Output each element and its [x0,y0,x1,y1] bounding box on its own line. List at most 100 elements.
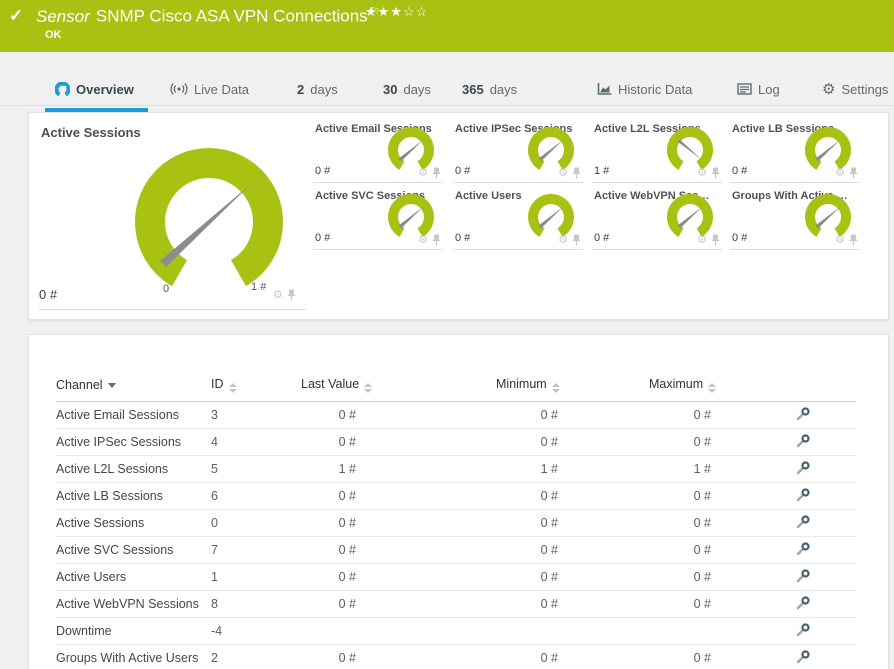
channel-id: 4 [211,428,301,456]
gauge-cell-active-svc-sessions[interactable]: Active SVC Sessions 0 # ⚙ [313,188,443,250]
table-row[interactable]: Active IPSec Sessions 4 0 # 0 # 0 # [56,428,856,456]
gauge-value: 0 # [455,165,471,177]
sensor-title-prefix: Sensor [36,6,90,26]
gauge-cell-active-users[interactable]: Active Users 0 # ⚙ [453,188,583,250]
pin-icon[interactable] [432,167,441,179]
wrench-icon[interactable] [796,649,810,664]
table-row[interactable]: Active Email Sessions 3 0 # 0 # 0 # [56,401,856,429]
sensor-header-bar: ✓ Sensor SNMP Cisco ASA VPN Connections ⚐ … [0,0,894,52]
gauge-settings-icon[interactable]: ⚙ [835,167,845,179]
channel-last-value: 1 # [338,462,356,476]
column-header-last-value[interactable]: Last Value [301,371,496,402]
gauge-actions: ⚙ [558,167,581,179]
channel-minimum: 0 # [540,597,558,611]
table-row[interactable]: Downtime -4 [56,617,856,645]
wrench-icon[interactable] [796,622,810,637]
pin-icon[interactable] [849,167,858,179]
tab-strip: Overview Live Data 2 days 30 days 365 da… [0,52,894,112]
tab-log[interactable]: Log [737,76,780,102]
pin-icon[interactable] [287,289,296,301]
wrench-icon[interactable] [796,514,810,529]
channel-id: 1 [211,563,301,591]
status-badge: OK [45,29,62,41]
channel-minimum: 0 # [540,543,558,557]
channel-last-value: 0 # [338,408,356,422]
wrench-icon[interactable] [796,406,810,421]
wrench-icon[interactable] [796,487,810,502]
gauge-cell-active-l2l-sessions[interactable]: Active L2L Sessions 1 # ⚙ [592,121,722,183]
channel-last-value: 0 # [338,435,356,449]
gauge-value: 0 # [455,232,471,244]
table-row[interactable]: Active WebVPN Sessions 8 0 # 0 # 0 # [56,590,856,618]
column-header-minimum[interactable]: Minimum [496,371,649,402]
table-row[interactable]: Active L2L Sessions 5 1 # 1 # 1 # [56,455,856,483]
wrench-icon[interactable] [796,595,810,610]
status-check-icon: ✓ [9,6,24,25]
chart-icon [597,82,612,95]
channel-last-value: 0 # [338,516,356,530]
channel-name: Active IPSec Sessions [56,428,211,456]
priority-stars[interactable]: ★★★☆☆ [365,4,428,20]
pin-icon[interactable] [849,234,858,246]
channel-maximum: 0 # [693,597,711,611]
log-icon [737,83,752,95]
wrench-icon[interactable] [796,460,810,475]
gauge-settings-icon[interactable]: ⚙ [697,167,707,179]
page-title: SNMP Cisco ASA VPN Connections [95,6,368,26]
gauge-cell-active-lb-sessions[interactable]: Active LB Sessions 0 # ⚙ [730,121,860,183]
gauge-cell-groups-with-active-users[interactable]: Groups With Active Users 0 # ⚙ [730,188,860,250]
gauge-cell-active-email-sessions[interactable]: Active Email Sessions 0 # ⚙ [313,121,443,183]
tab-live-data-label: Live Data [194,81,249,97]
table-row[interactable]: Groups With Active Users 2 0 # 0 # 0 # [56,644,856,669]
gauge-title: Active Users [455,190,522,202]
table-row[interactable]: Active Sessions 0 0 # 0 # 0 # [56,509,856,537]
gauge-icon [55,81,70,96]
channel-name: Active WebVPN Sessions [56,590,211,618]
tab-historic-data[interactable]: Historic Data [597,76,692,102]
table-row[interactable]: Active Users 1 0 # 0 # 0 # [56,563,856,591]
tab-30-days[interactable]: 30 days [383,76,431,102]
gauge-cell-active-ipsec-sessions[interactable]: Active IPSec Sessions 0 # ⚙ [453,121,583,183]
channel-id: 5 [211,455,301,483]
channel-maximum: 0 # [693,489,711,503]
gauge-settings-icon[interactable]: ⚙ [697,234,707,246]
gauge-settings-icon[interactable]: ⚙ [835,234,845,246]
column-header-id[interactable]: ID [211,371,301,402]
pin-icon[interactable] [572,234,581,246]
gauge-settings-icon[interactable]: ⚙ [273,289,283,301]
tab-overview[interactable]: Overview [45,76,148,112]
wrench-icon[interactable] [796,541,810,556]
column-header-maximum[interactable]: Maximum [649,371,796,402]
tab-365-days[interactable]: 365 days [462,76,517,102]
gauges-panel: Active Sessions 0 # 0 1 # ⚙ Active Email… [28,112,889,320]
gauge-settings-icon[interactable]: ⚙ [418,234,428,246]
column-header-actions [796,371,856,402]
pin-icon[interactable] [711,234,720,246]
tab-historic-data-label: Historic Data [618,81,693,97]
gauge-settings-icon[interactable]: ⚙ [418,167,428,179]
gauge-actions: ⚙ [835,167,858,179]
channel-name: Active L2L Sessions [56,455,211,483]
wrench-icon[interactable] [796,433,810,448]
channel-maximum: 1 # [693,462,711,476]
table-row[interactable]: Active LB Sessions 6 0 # 0 # 0 # [56,482,856,510]
channel-minimum: 1 # [540,462,558,476]
gauge-cell-active-webvpn-sessions[interactable]: Active WebVPN Sessions 0 # ⚙ [592,188,722,250]
pin-icon[interactable] [572,167,581,179]
sort-icon [364,383,373,393]
tab-live-data[interactable]: Live Data [170,76,249,102]
gauge-settings-icon[interactable]: ⚙ [558,167,568,179]
channel-id: 7 [211,536,301,564]
channel-last-value: 0 # [338,543,356,557]
wrench-icon[interactable] [796,568,810,583]
channel-minimum: 0 # [540,516,558,530]
channel-maximum: 0 # [693,651,711,665]
gauge-settings-icon[interactable]: ⚙ [558,234,568,246]
tab-2-days[interactable]: 2 days [297,76,338,102]
gauge-value: 1 # [594,165,610,177]
pin-icon[interactable] [711,167,720,179]
pin-icon[interactable] [432,234,441,246]
tab-settings[interactable]: ⚙ Settings [822,76,888,102]
column-header-channel[interactable]: Channel [56,371,211,402]
table-row[interactable]: Active SVC Sessions 7 0 # 0 # 0 # [56,536,856,564]
